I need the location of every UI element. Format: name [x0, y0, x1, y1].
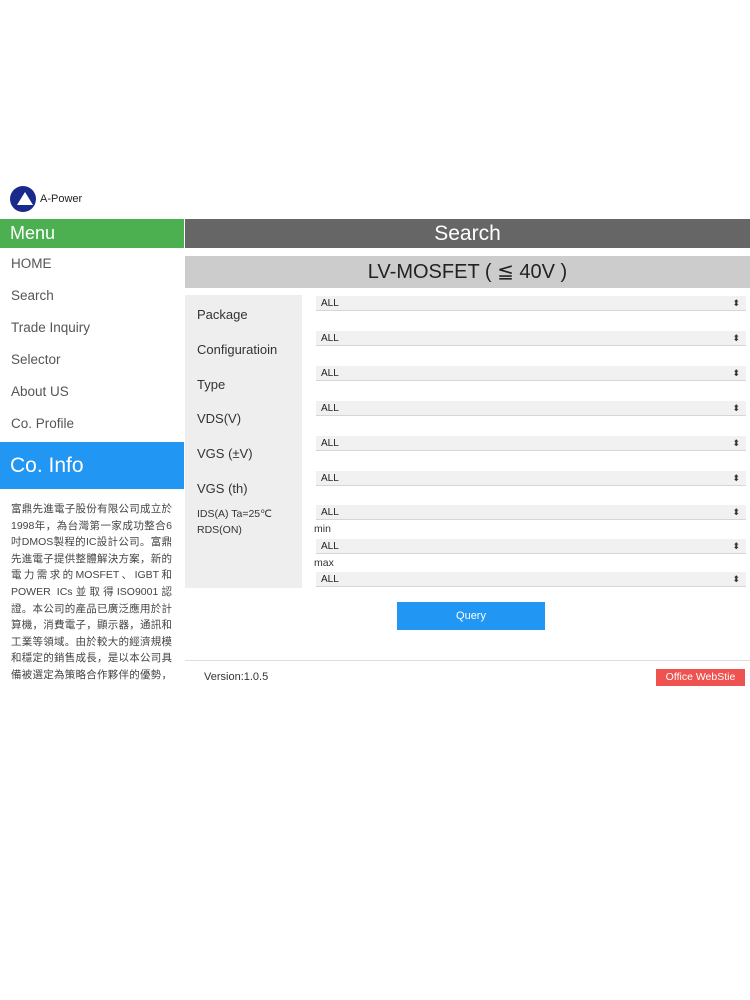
rds-min-select[interactable]: ALL ⬍ — [316, 539, 746, 554]
vgs-select-value: ALL — [321, 438, 339, 449]
vgs-th-select-value: ALL — [321, 473, 339, 484]
package-label: Package — [197, 307, 248, 322]
vds-select[interactable]: ALL ⬍ — [316, 401, 746, 416]
select-arrows-icon: ⬍ — [732, 368, 740, 378]
vgs-select[interactable]: ALL ⬍ — [316, 436, 746, 451]
ids-label: IDS(A) Ta=25℃ — [197, 508, 272, 520]
office-website-button[interactable]: Office WebStie — [656, 669, 745, 686]
select-arrows-icon: ⬍ — [732, 507, 740, 517]
package-select[interactable]: ALL ⬍ — [316, 296, 746, 311]
ids-select-value: ALL — [321, 507, 339, 518]
top-bar: A-Power — [0, 178, 750, 218]
query-button[interactable]: Query — [397, 602, 545, 630]
category-title: LV-MOSFET ( ≦ 40V ) — [185, 256, 750, 288]
vgs-label: VGS (±V) — [197, 446, 253, 461]
search-header: Search — [185, 219, 750, 248]
search-form: Package ALL ⬍ Configuratioin ALL ⬍ Type … — [185, 295, 750, 595]
rds-max-select-value: ALL — [321, 574, 339, 585]
sidebar-item-about-us[interactable]: About US — [0, 376, 184, 408]
footer-divider — [185, 660, 750, 661]
sidebar: Menu HOME Search Trade Inquiry Selector … — [0, 219, 184, 688]
rds-min-select-value: ALL — [321, 541, 339, 552]
type-label: Type — [197, 377, 226, 392]
type-select-value: ALL — [321, 368, 339, 379]
select-arrows-icon: ⬍ — [732, 574, 740, 584]
configuration-select-value: ALL — [321, 333, 339, 344]
vgs-th-select[interactable]: ALL ⬍ — [316, 471, 746, 486]
rds-label: RDS(ON) — [197, 524, 242, 536]
vds-select-value: ALL — [321, 403, 339, 414]
sidebar-item-home[interactable]: HOME — [0, 248, 184, 280]
sidebar-item-selector[interactable]: Selector — [0, 344, 184, 376]
vds-label: VDS(V) — [197, 411, 242, 426]
vgs-th-label: VGS (th) — [197, 481, 248, 496]
ids-select[interactable]: ALL ⬍ — [316, 505, 746, 520]
main-panel: Search LV-MOSFET ( ≦ 40V ) Package ALL ⬍… — [185, 219, 750, 688]
sidebar-item-trade-inquiry[interactable]: Trade Inquiry — [0, 312, 184, 344]
configuration-select[interactable]: ALL ⬍ — [316, 331, 746, 346]
select-arrows-icon: ⬍ — [732, 541, 740, 551]
configuration-label: Configuratioin — [197, 342, 278, 357]
version-text: Version:1.0.5 — [204, 671, 269, 683]
select-arrows-icon: ⬍ — [732, 438, 740, 448]
rds-max-label: max — [314, 557, 334, 569]
co-info-text: 富鼎先進電子股份有限公司成立於1998年，為台灣第一家成功整合6吋DMOS製程的… — [11, 503, 172, 681]
app-window: A-Power Menu HOME Search Trade Inquiry S… — [0, 178, 750, 688]
a-power-logo-icon — [10, 186, 36, 212]
co-info-header: Co. Info — [0, 442, 184, 489]
label-column — [185, 295, 302, 588]
brand-logo[interactable]: A-Power — [10, 186, 82, 212]
sidebar-item-search[interactable]: Search — [0, 280, 184, 312]
select-arrows-icon: ⬍ — [732, 333, 740, 343]
rds-max-select[interactable]: ALL ⬍ — [316, 572, 746, 587]
sidebar-item-co-profile[interactable]: Co. Profile — [0, 408, 184, 440]
package-select-value: ALL — [321, 298, 339, 309]
select-arrows-icon: ⬍ — [732, 473, 740, 483]
type-select[interactable]: ALL ⬍ — [316, 366, 746, 381]
select-arrows-icon: ⬍ — [732, 298, 740, 308]
rds-min-label: min — [314, 523, 331, 535]
select-arrows-icon: ⬍ — [732, 403, 740, 413]
menu-header: Menu — [0, 219, 184, 248]
brand-name: A-Power — [40, 193, 83, 205]
